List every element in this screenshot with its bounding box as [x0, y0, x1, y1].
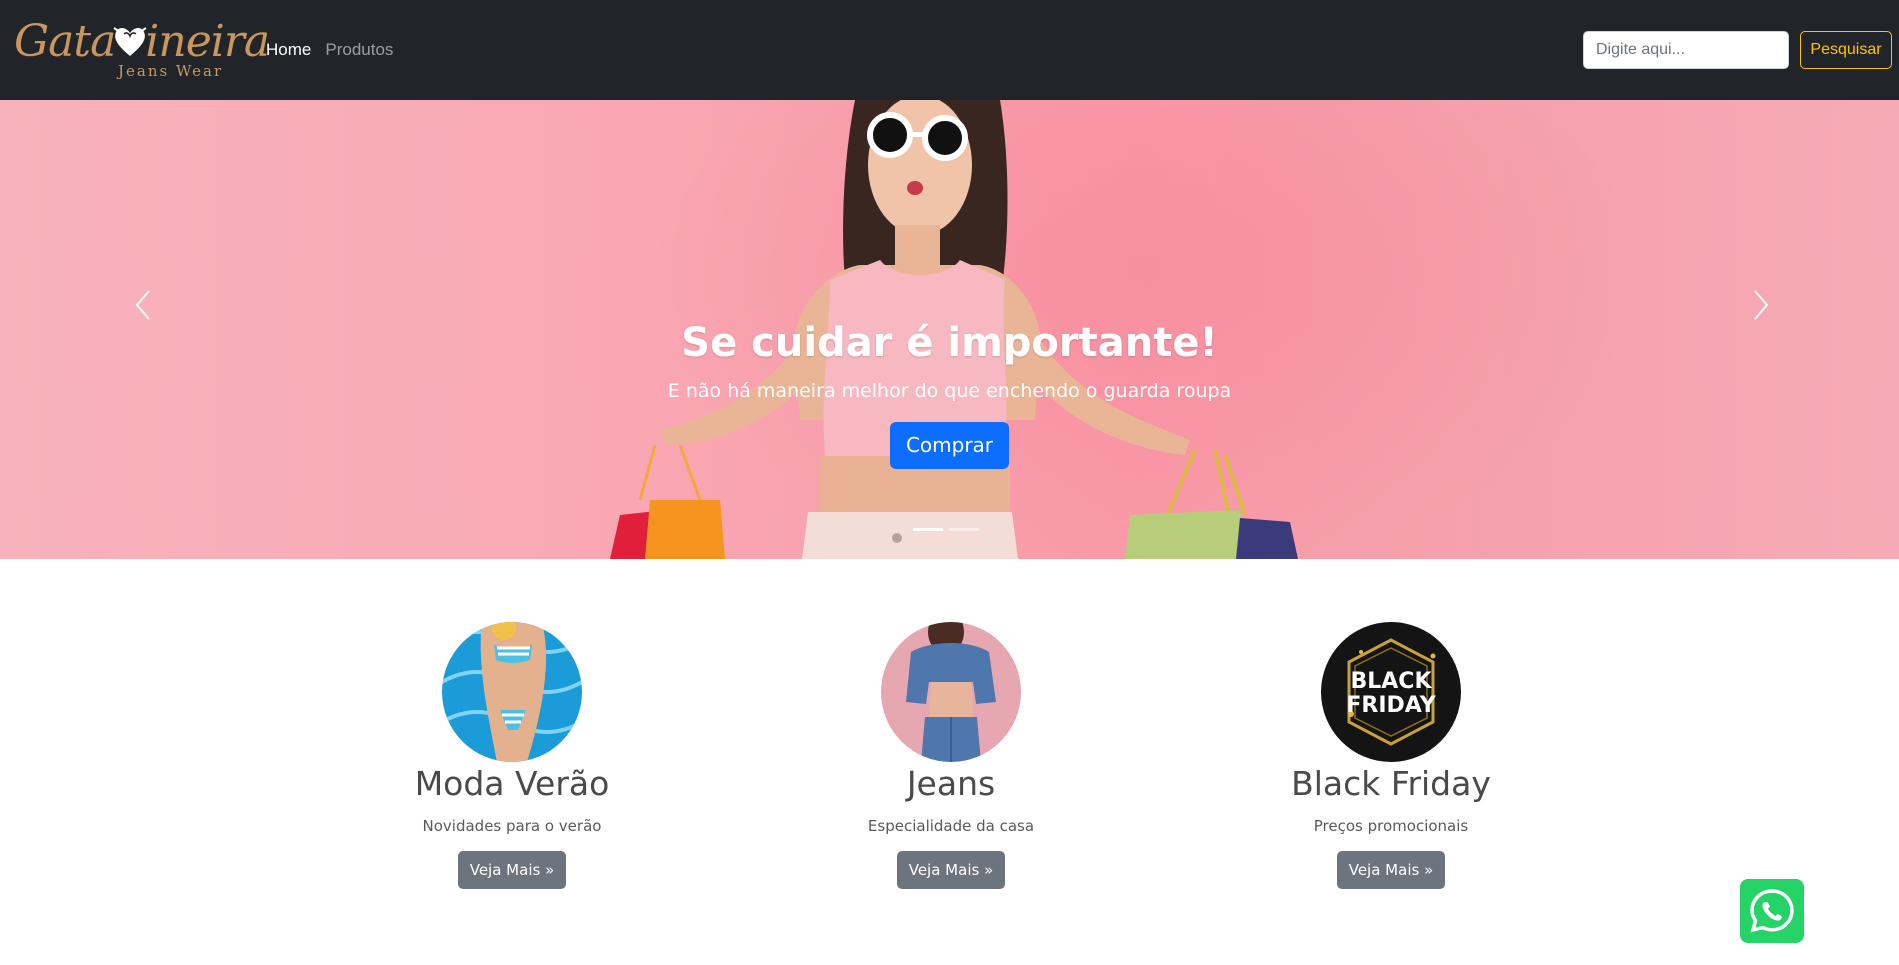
carousel-caption: Se cuidar é importante! E não há maneira… [0, 320, 1899, 469]
category-black-friday: BLACK FRIDAY Black Friday Preços promoci… [1241, 622, 1541, 889]
search-button[interactable]: Pesquisar [1800, 31, 1892, 69]
logo-subtitle: Jeans Wear [118, 62, 224, 80]
carousel-prev-button[interactable] [124, 285, 164, 325]
whatsapp-icon [1750, 889, 1794, 933]
main-nav: Home Produtos [266, 40, 393, 60]
buy-button[interactable]: Comprar [889, 422, 1010, 469]
category-image-swimwear [442, 622, 582, 762]
chevron-right-icon [1754, 290, 1769, 320]
category-button-moda-verao[interactable]: Veja Mais » [457, 851, 567, 889]
carousel-next-button[interactable] [1740, 285, 1780, 325]
category-title: Moda Verão [414, 764, 610, 803]
category-description: Especialidade da casa [867, 817, 1035, 835]
category-image-black-friday: BLACK FRIDAY [1321, 622, 1461, 762]
brand-logo[interactable]: Gata ineira Jeans Wear [14, 16, 270, 82]
whatsapp-button[interactable] [1740, 879, 1804, 943]
carousel-indicator-2[interactable] [949, 528, 979, 531]
hero-carousel: Se cuidar é importante! E não há maneira… [0, 100, 1899, 559]
category-jeans: Jeans Especialidade da casa Veja Mais » [801, 622, 1101, 889]
search-input[interactable] [1583, 31, 1789, 69]
category-image-denim [881, 622, 1021, 762]
heart-logo-icon [113, 27, 147, 56]
chevron-left-icon [135, 290, 150, 320]
black-friday-badge-line-2: FRIDAY [1346, 693, 1436, 718]
carousel-title: Se cuidar é importante! [681, 320, 1218, 366]
category-title: Jeans [906, 764, 996, 803]
navbar: Gataineira Jeans Wear Home Produtos Pesq… [0, 0, 1899, 100]
category-title: Black Friday [1291, 764, 1491, 803]
category-button-black-friday[interactable]: Veja Mais » [1336, 851, 1446, 889]
carousel-indicator-1[interactable] [913, 528, 943, 531]
nav-produtos[interactable]: Produtos [325, 40, 393, 60]
category-description: Preços promocionais [1313, 817, 1469, 835]
carousel-indicators [913, 528, 979, 531]
category-button-jeans[interactable]: Veja Mais » [896, 851, 1006, 889]
carousel-text: E não há maneira melhor do que enchendo … [667, 380, 1232, 402]
nav-home[interactable]: Home [266, 40, 311, 60]
black-friday-badge-line-1: BLACK [1350, 669, 1432, 694]
category-moda-verao: Moda Verão Novidades para o verão Veja M… [362, 622, 662, 889]
category-description: Novidades para o verão [422, 817, 602, 835]
